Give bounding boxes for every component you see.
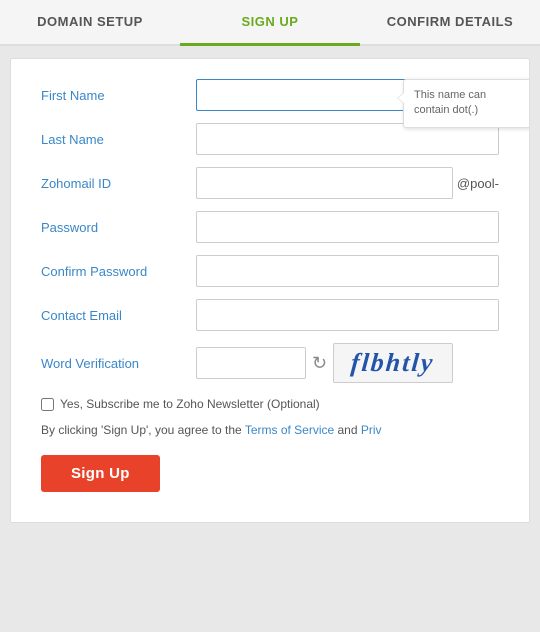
terms-of-service-link[interactable]: Terms of Service [245, 423, 334, 437]
terms-mid: and [334, 423, 361, 437]
last-name-row: Last Name [41, 123, 499, 155]
verification-wrapper: ↻ flbhtly [196, 343, 499, 383]
first-name-label: First Name [41, 88, 196, 103]
tab-sign-up[interactable]: SIGN UP [180, 0, 360, 46]
password-row: Password [41, 211, 499, 243]
tooltip-text: This name can contain dot(.) [414, 89, 486, 116]
newsletter-label: Yes, Subscribe me to Zoho Newsletter (Op… [60, 397, 320, 411]
word-verification-label: Word Verification [41, 356, 196, 371]
newsletter-checkbox[interactable] [41, 398, 54, 411]
captcha-input[interactable] [196, 347, 306, 379]
terms-row: By clicking 'Sign Up', you agree to the … [41, 421, 499, 439]
contact-email-input[interactable] [196, 299, 499, 331]
contact-email-row: Contact Email [41, 299, 499, 331]
captcha-image: flbhtly [333, 343, 453, 383]
privacy-link[interactable]: Priv [361, 423, 382, 437]
last-name-input[interactable] [196, 123, 499, 155]
zohomail-id-input[interactable] [196, 167, 453, 199]
zohomail-row: Zohomail ID @pool- [41, 167, 499, 199]
signup-card: This name can contain dot(.) First Name … [10, 58, 530, 523]
refresh-icon[interactable]: ↻ [312, 354, 327, 372]
terms-prefix: By clicking 'Sign Up', you agree to the [41, 423, 245, 437]
newsletter-row: Yes, Subscribe me to Zoho Newsletter (Op… [41, 397, 499, 411]
signup-button[interactable]: Sign Up [41, 455, 160, 492]
confirm-password-input[interactable] [196, 255, 499, 287]
last-name-label: Last Name [41, 132, 196, 147]
password-input[interactable] [196, 211, 499, 243]
zohomail-suffix: @pool- [457, 176, 499, 191]
word-verification-row: Word Verification ↻ flbhtly [41, 343, 499, 383]
tab-confirm-details[interactable]: CONFIRM DETAILS [360, 0, 540, 46]
tooltip-box: This name can contain dot(.) [403, 79, 530, 128]
contact-email-label: Contact Email [41, 308, 196, 323]
zohomail-id-label: Zohomail ID [41, 176, 196, 191]
tab-bar: DOMAIN SETUP SIGN UP CONFIRM DETAILS [0, 0, 540, 46]
captcha-text: flbhtly [350, 348, 436, 378]
password-label: Password [41, 220, 196, 235]
confirm-password-row: Confirm Password [41, 255, 499, 287]
zohomail-wrapper: @pool- [196, 167, 499, 199]
confirm-password-label: Confirm Password [41, 264, 196, 279]
tab-domain-setup[interactable]: DOMAIN SETUP [0, 0, 180, 46]
